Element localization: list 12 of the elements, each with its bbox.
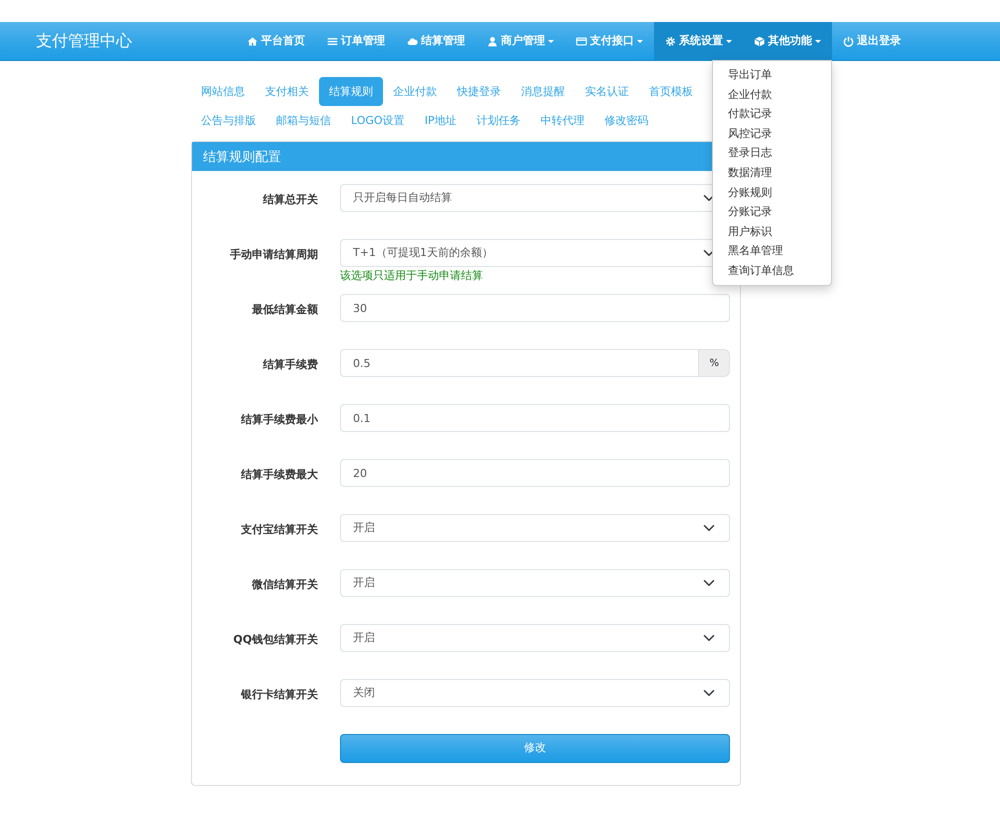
field-label: QQ钱包结算开关 [232, 632, 318, 648]
unit-label: % [698, 349, 730, 377]
field-label: 银行卡结算开关 [240, 687, 318, 703]
field-label: 手动申请结算周期 [229, 247, 318, 263]
field-label: 支付宝结算开关 [240, 522, 318, 538]
field-label: 结算手续费最大 [240, 467, 318, 483]
field-label: 结算手续费 [262, 357, 318, 373]
field-label: 微信结算开关 [250, 577, 318, 593]
field-label: 结算总开关 [262, 192, 318, 208]
help-text: 该选项只适用于手动申请结算 [340, 268, 484, 284]
field-label: 结算手续费最小 [240, 412, 318, 428]
field-label: 最低结算金额 [251, 302, 318, 318]
